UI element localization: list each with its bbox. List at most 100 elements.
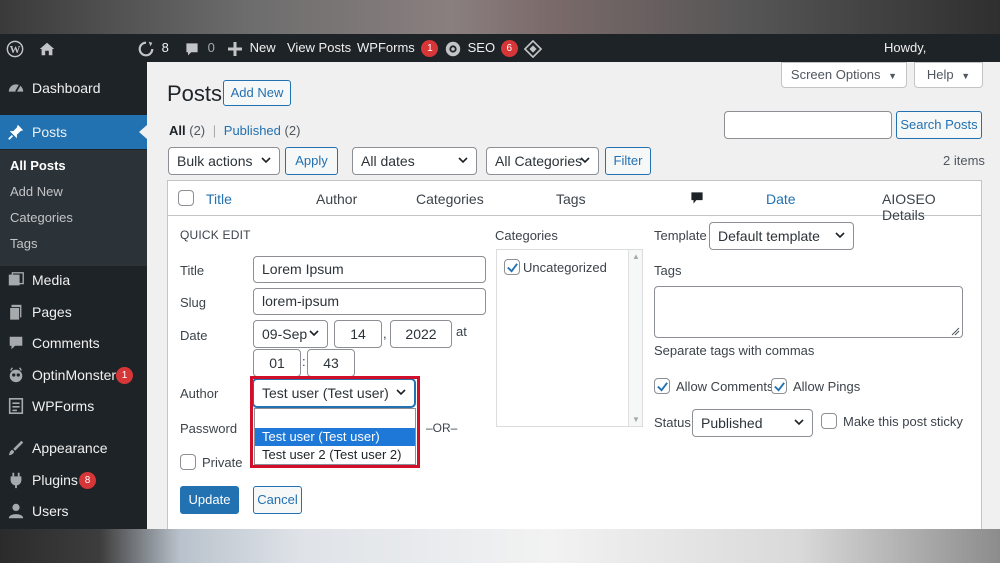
svg-text:W: W	[10, 44, 21, 56]
menu-comments-label: Comments	[32, 335, 100, 351]
current-menu-arrow-icon	[139, 125, 147, 139]
minute-input[interactable]: 43	[307, 349, 355, 377]
new-label: New	[249, 40, 276, 55]
filter-all-count: (2)	[189, 123, 206, 138]
new-content-link[interactable]: New	[228, 34, 276, 62]
template-select[interactable]: Default template	[709, 222, 854, 250]
allow-pings-label: Allow Pings	[793, 379, 861, 394]
menu-media[interactable]: Media	[0, 265, 147, 295]
comments-column-icon[interactable]	[690, 191, 704, 205]
sticky-checkbox[interactable]	[821, 413, 837, 429]
wpforms-icon	[8, 397, 24, 415]
slug-input[interactable]: lorem-ipsum	[253, 288, 486, 315]
menu-users[interactable]: Users	[0, 496, 147, 526]
wpforms-badge: 1	[421, 40, 439, 58]
wordpress-logo-icon[interactable]: W	[6, 34, 24, 62]
menu-comments[interactable]: Comments	[0, 328, 147, 358]
home-icon[interactable]	[38, 34, 56, 62]
uncategorized-checkbox[interactable]	[504, 259, 520, 275]
chevron-down-icon	[309, 330, 319, 337]
menu-pages-label: Pages	[32, 304, 72, 320]
filter-button[interactable]: Filter	[605, 147, 651, 175]
submenu-tags[interactable]: Tags	[10, 236, 37, 251]
menu-posts[interactable]: Posts	[0, 115, 147, 149]
menu-media-label: Media	[32, 272, 71, 288]
scrollbar[interactable]: ▲ ▼	[628, 250, 642, 426]
menu-users-label: Users	[32, 503, 69, 519]
view-posts-link[interactable]: View Posts	[287, 34, 351, 62]
dashboard-gauge-icon	[8, 84, 24, 93]
updates-link[interactable]: 8	[137, 34, 169, 62]
column-date[interactable]: Date	[766, 191, 796, 207]
dates-select[interactable]: All dates	[352, 147, 477, 175]
allow-comments-checkbox[interactable]	[654, 378, 670, 394]
bottom-blurred-edge	[0, 529, 1000, 563]
hour-input[interactable]: 01	[253, 349, 301, 377]
optinmonster-badge: 1	[116, 367, 133, 384]
diamond-plugin-icon[interactable]	[524, 34, 542, 62]
comments-icon	[9, 336, 23, 350]
day-input[interactable]: 14	[334, 320, 382, 348]
cancel-button[interactable]: Cancel	[253, 486, 302, 514]
comments-link[interactable]: 0	[184, 34, 215, 62]
month-select[interactable]: 09-Sep	[253, 320, 328, 348]
column-title[interactable]: Title	[206, 191, 232, 207]
menu-posts-label: Posts	[32, 124, 68, 140]
scroll-down-arrow-icon[interactable]: ▼	[632, 415, 640, 424]
posts-table: Title Author Categories Tags Date AIOSEO…	[167, 180, 982, 531]
date-label: Date	[180, 328, 208, 343]
allow-pings-checkbox[interactable]	[771, 378, 787, 394]
checkmark-icon	[507, 263, 518, 273]
submenu-add-new[interactable]: Add New	[10, 184, 63, 199]
private-checkbox[interactable]	[180, 454, 196, 470]
tags-textarea[interactable]	[654, 286, 963, 338]
select-all-checkbox[interactable]	[178, 190, 194, 206]
resize-handle-icon[interactable]	[951, 327, 960, 336]
plugins-badge: 8	[79, 472, 96, 489]
status-value: Published	[701, 415, 763, 431]
bulk-actions-select[interactable]: Bulk actions	[168, 147, 280, 175]
seo-badge: 6	[500, 40, 518, 58]
menu-dashboard[interactable]: Dashboard	[0, 73, 147, 103]
seo-menu[interactable]: SEO 6	[444, 34, 518, 62]
categories-label: Categories	[495, 228, 558, 243]
year-input[interactable]: 2022	[390, 320, 452, 348]
help-button[interactable]: Help ▼	[914, 62, 983, 88]
column-author: Author	[316, 191, 358, 207]
scroll-up-arrow-icon[interactable]: ▲	[632, 252, 640, 261]
screen-options-label: Screen Options	[790, 67, 881, 82]
dates-value: All dates	[361, 153, 415, 169]
plus-icon	[228, 41, 242, 56]
status-select[interactable]: Published	[692, 409, 813, 437]
comment-bubble-icon	[186, 42, 198, 55]
wpforms-menu[interactable]: WPForms 1	[357, 34, 439, 62]
table-header-row: Title Author Categories Tags Date AIOSEO…	[168, 181, 981, 223]
filter-published-count: (2)	[284, 123, 301, 138]
categories-select[interactable]: All Categories	[486, 147, 599, 175]
categories-checklist: Uncategorized ▲ ▼	[496, 249, 643, 427]
apply-button[interactable]: Apply	[285, 147, 338, 175]
update-button[interactable]: Update	[180, 486, 239, 514]
slug-label: Slug	[180, 295, 207, 310]
search-input[interactable]	[724, 111, 892, 139]
submenu-all-posts[interactable]: All Posts	[10, 158, 66, 173]
howdy-label[interactable]: Howdy,	[884, 34, 926, 62]
filter-all-link[interactable]: All (2)	[169, 123, 205, 138]
filter-published-label: Published	[223, 123, 281, 138]
menu-wpforms[interactable]: WPForms	[0, 391, 147, 421]
add-new-button[interactable]: Add New	[223, 80, 291, 106]
menu-pages[interactable]: Pages	[0, 297, 147, 327]
screen-options-button[interactable]: Screen Options ▼	[781, 62, 907, 88]
menu-optinmonster[interactable]: OptinMonster 1	[0, 360, 147, 390]
filter-published-link[interactable]: Published (2)	[224, 123, 301, 138]
title-input[interactable]: Lorem Ipsum	[253, 256, 486, 283]
title-label: Title	[180, 263, 205, 278]
submenu-categories[interactable]: Categories	[10, 210, 73, 225]
menu-appearance[interactable]: Appearance	[0, 433, 147, 463]
column-aioseo-details: AIOSEO Details	[882, 191, 936, 223]
caret-down-icon: ▼	[961, 71, 971, 81]
menu-plugins[interactable]: Plugins 8	[0, 465, 147, 495]
red-highlight-box	[250, 376, 420, 468]
search-posts-button[interactable]: Search Posts	[896, 111, 982, 139]
private-label: Private	[202, 455, 243, 470]
